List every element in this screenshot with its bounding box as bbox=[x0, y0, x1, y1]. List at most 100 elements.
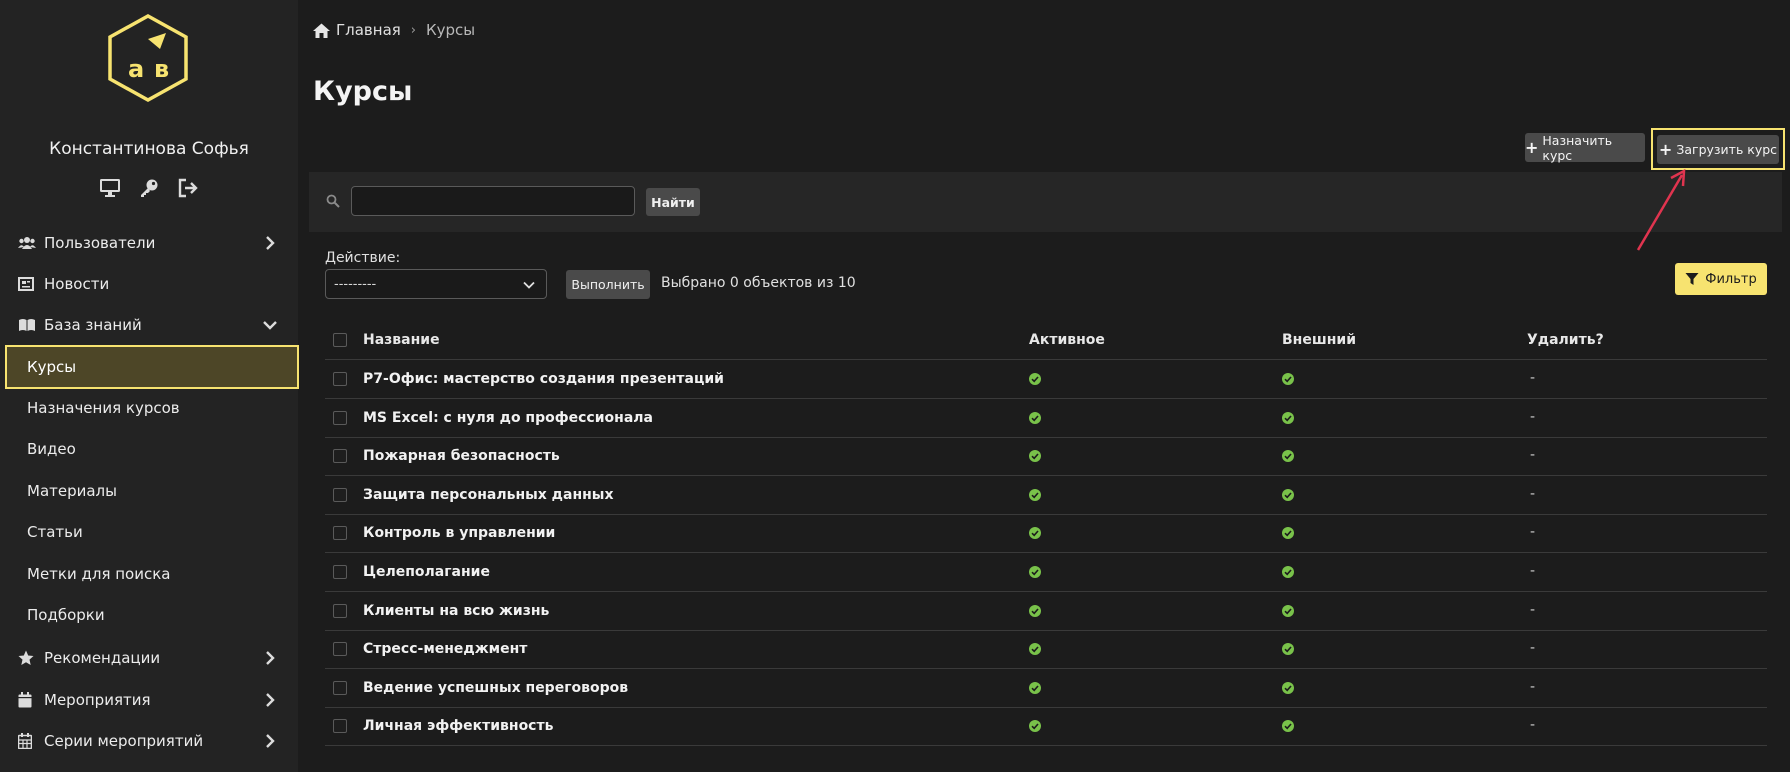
key-icon[interactable] bbox=[138, 176, 161, 199]
sidebar-item-courses[interactable]: Курсы bbox=[5, 345, 299, 389]
sidebar-item-event-series[interactable]: Серии мероприятий bbox=[0, 721, 298, 761]
row-checkbox[interactable] bbox=[333, 449, 347, 464]
row-checkbox[interactable] bbox=[333, 410, 347, 425]
column-header-name[interactable]: Название bbox=[363, 332, 440, 348]
active-check-icon bbox=[1029, 643, 1041, 659]
course-name-link[interactable]: Целеполагание bbox=[363, 564, 490, 580]
external-check-icon bbox=[1282, 527, 1294, 543]
table-row: Личная эффективность - bbox=[325, 707, 1767, 747]
assign-course-button[interactable]: + Назначить курс bbox=[1525, 132, 1645, 163]
sidebar-item-materials[interactable]: Материалы bbox=[0, 471, 298, 511]
svg-text:a: a bbox=[128, 55, 144, 83]
external-check-icon bbox=[1282, 373, 1294, 389]
book-open-icon bbox=[18, 318, 38, 332]
table-row: Пожарная безопасность - bbox=[325, 437, 1767, 477]
sidebar-item-events[interactable]: Мероприятия bbox=[0, 680, 298, 720]
sidebar-item-label: Подборки bbox=[27, 606, 105, 624]
course-name-link[interactable]: Личная эффективность bbox=[363, 718, 553, 734]
delete-value: - bbox=[1530, 601, 1536, 618]
active-check-icon bbox=[1029, 604, 1041, 621]
chevron-down-icon bbox=[523, 281, 535, 289]
delete-value: - bbox=[1530, 485, 1536, 502]
external-check-icon bbox=[1282, 566, 1294, 582]
sidebar-item-course-assignments[interactable]: Назначения курсов bbox=[0, 388, 298, 428]
calendar-grid-icon bbox=[18, 733, 38, 749]
column-header-external[interactable]: Внешний bbox=[1282, 332, 1356, 348]
active-check-icon bbox=[1029, 411, 1041, 428]
active-check-icon bbox=[1029, 450, 1041, 466]
newspaper-icon bbox=[18, 277, 38, 291]
sidebar-item-label: Новости bbox=[44, 275, 110, 293]
sidebar-item-label: База знаний bbox=[44, 316, 142, 334]
row-checkbox[interactable] bbox=[333, 487, 347, 502]
sidebar-item-knowledge-base[interactable]: База знаний bbox=[0, 305, 298, 345]
course-name-link[interactable]: Клиенты на всю жизнь bbox=[363, 603, 549, 619]
monitor-icon[interactable] bbox=[99, 176, 122, 199]
delete-value: - bbox=[1530, 717, 1536, 734]
star-icon bbox=[18, 650, 38, 666]
delete-value: - bbox=[1530, 524, 1536, 541]
sidebar-item-users[interactable]: Пользователи bbox=[0, 223, 298, 263]
breadcrumb-home-link[interactable]: Главная bbox=[336, 21, 401, 39]
sidebar-item-label: Статьи bbox=[27, 523, 83, 541]
table-header: Название Активное Внешний Удалить? bbox=[325, 321, 1767, 360]
table-row: Клиенты на всю жизнь - bbox=[325, 592, 1767, 631]
external-check-icon bbox=[1282, 681, 1294, 698]
row-checkbox[interactable] bbox=[333, 603, 347, 618]
active-check-icon bbox=[1029, 488, 1041, 505]
delete-value: - bbox=[1530, 563, 1536, 579]
active-check-icon bbox=[1029, 681, 1041, 698]
sidebar-item-search-tags[interactable]: Метки для поиска bbox=[0, 554, 298, 594]
user-name: Константинова Софья bbox=[49, 139, 249, 159]
course-name-link[interactable]: Пожарная безопасность bbox=[363, 448, 560, 464]
upload-course-button[interactable]: + Загрузить курс bbox=[1657, 135, 1779, 164]
table-row: Р7-Офис: мастерство создания презентаций… bbox=[325, 360, 1767, 399]
course-name-link[interactable]: Стресс-менеджмент bbox=[363, 641, 527, 657]
course-name-link[interactable]: Контроль в управлении bbox=[363, 525, 555, 541]
action-label: Действие: bbox=[325, 250, 401, 266]
sidebar-item-articles[interactable]: Статьи bbox=[0, 512, 298, 552]
row-checkbox[interactable] bbox=[333, 372, 347, 386]
search-button[interactable]: Найти bbox=[646, 188, 700, 216]
delete-value: - bbox=[1530, 408, 1536, 425]
sidebar-item-label: Материалы bbox=[27, 482, 117, 500]
logout-icon[interactable] bbox=[177, 176, 200, 199]
delete-value: - bbox=[1530, 447, 1536, 464]
table-row: MS Excel: с нуля до профессионала - bbox=[325, 399, 1767, 438]
course-name-link[interactable]: MS Excel: с нуля до профессионала bbox=[363, 410, 653, 426]
page-title: Курсы bbox=[313, 76, 413, 107]
row-checkbox[interactable] bbox=[333, 526, 347, 541]
breadcrumb-current: Курсы bbox=[426, 21, 476, 39]
table-row: Целеполагание - bbox=[325, 553, 1767, 592]
delete-value: - bbox=[1530, 678, 1536, 695]
external-check-icon bbox=[1282, 411, 1294, 428]
sidebar-item-recommendations[interactable]: Рекомендации bbox=[0, 638, 298, 678]
action-select[interactable]: --------- bbox=[325, 269, 547, 299]
calendar-icon bbox=[18, 692, 38, 708]
sidebar-item-video[interactable]: Видео bbox=[0, 429, 298, 469]
sidebar-item-news[interactable]: Новости bbox=[0, 264, 298, 304]
select-all-checkbox[interactable] bbox=[333, 333, 347, 347]
sidebar-item-label: Пользователи bbox=[44, 234, 156, 252]
row-checkbox[interactable] bbox=[333, 642, 347, 657]
course-name-link[interactable]: Защита персональных данных bbox=[363, 487, 613, 503]
row-checkbox[interactable] bbox=[333, 565, 347, 579]
run-action-button[interactable]: Выполнить bbox=[566, 270, 650, 299]
search-input[interactable] bbox=[351, 186, 635, 216]
filter-icon bbox=[1685, 273, 1699, 285]
course-name-link[interactable]: Ведение успешных переговоров bbox=[363, 680, 628, 696]
logo-icon: a в bbox=[108, 14, 188, 102]
sidebar: a в Константинова Софья Пользователи Нов… bbox=[0, 0, 299, 772]
assign-course-label: Назначить курс bbox=[1542, 132, 1613, 163]
filter-button[interactable]: Фильтр bbox=[1675, 263, 1767, 295]
row-checkbox[interactable] bbox=[333, 680, 347, 695]
user-actions bbox=[0, 176, 298, 199]
external-check-icon bbox=[1282, 488, 1294, 505]
home-icon[interactable] bbox=[313, 23, 330, 38]
sidebar-item-collections[interactable]: Подборки bbox=[0, 595, 298, 635]
external-check-icon bbox=[1282, 720, 1294, 736]
course-name-link[interactable]: Р7-Офис: мастерство создания презентаций bbox=[363, 371, 724, 387]
row-checkbox[interactable] bbox=[333, 719, 347, 734]
column-header-active[interactable]: Активное bbox=[1029, 332, 1105, 348]
active-check-icon bbox=[1029, 373, 1041, 389]
